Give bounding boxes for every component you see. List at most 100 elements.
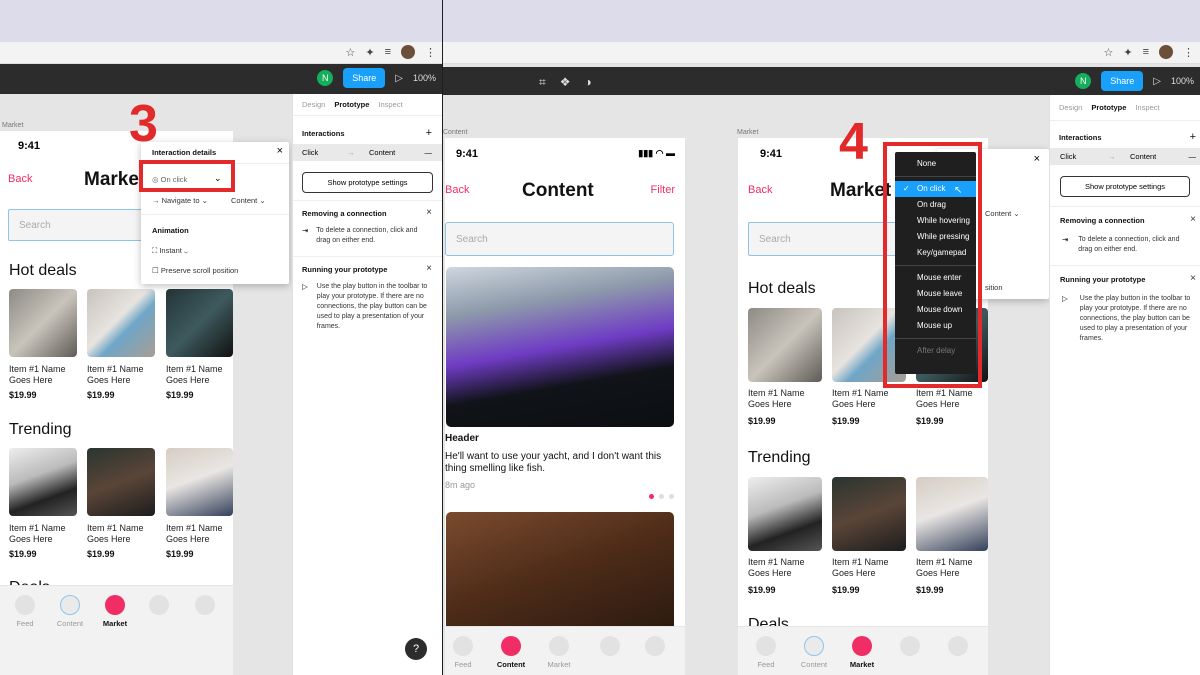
step-number: 4 [839, 113, 868, 171]
tab-content[interactable]: Content [45, 595, 95, 628]
tab-inspect[interactable]: Inspect [378, 100, 402, 109]
item-price: $19.99 [166, 549, 194, 559]
tab-feed[interactable]: Feed [0, 595, 50, 628]
tab-bar: Feed Content Market [738, 626, 988, 675]
close-icon[interactable]: × [1190, 214, 1196, 225]
tab-5[interactable] [630, 636, 680, 660]
user-avatar[interactable]: N [317, 70, 334, 86]
content-frame[interactable]: 9:41 ▮▮▮ ◠ ▬ Back Content Filter Search … [445, 138, 685, 675]
product-image-tablet-person[interactable] [166, 448, 233, 516]
share-button[interactable]: Share [1101, 71, 1144, 91]
back-button[interactable]: Back [748, 184, 772, 196]
play-icon[interactable]: ▷ [1153, 76, 1161, 87]
card-image-mouse[interactable] [446, 512, 674, 632]
help-button[interactable]: ? [405, 638, 427, 660]
tab-feed[interactable]: Feed [741, 636, 791, 669]
menu-icon[interactable]: ⋮ [425, 46, 436, 59]
search-input[interactable]: Search [445, 222, 674, 256]
product-image-car[interactable] [748, 477, 822, 551]
card-image-monitor[interactable] [446, 267, 674, 427]
tab-content[interactable]: Content [789, 636, 839, 669]
removing-connection-title: Removing a connection [302, 209, 387, 218]
tab-prototype[interactable]: Prototype [1091, 103, 1126, 112]
tab-inspect[interactable]: Inspect [1135, 103, 1159, 112]
show-prototype-settings-button[interactable]: Show prototype settings [1060, 176, 1190, 197]
product-image-person[interactable] [87, 448, 155, 516]
tab-design[interactable]: Design [302, 100, 325, 109]
product-image-laptop[interactable] [9, 289, 77, 357]
product-image-person[interactable] [832, 477, 906, 551]
remove-icon[interactable]: — [425, 148, 433, 157]
tab-feed[interactable]: Feed [445, 636, 488, 669]
animation-dropdown[interactable]: ⛶ Instant ⌄ [152, 246, 188, 256]
profile-avatar[interactable] [1159, 45, 1173, 59]
tab-prototype[interactable]: Prototype [334, 100, 369, 109]
browser-toolbar: ☆ ✦ ≡ ⋮ [443, 42, 1200, 64]
canvas: Content Market 9:41 ▮▮▮ ◠ ▬ Back Content… [443, 95, 1049, 675]
tab-5[interactable] [180, 595, 230, 619]
destination-dropdown[interactable]: Content ⌄ [231, 196, 266, 205]
close-icon[interactable]: × [1190, 273, 1196, 284]
user-avatar[interactable]: N [1075, 73, 1092, 89]
play-icon: ▷ [302, 282, 308, 291]
reading-list-icon[interactable]: ≡ [385, 46, 391, 58]
extensions-icon[interactable]: ✦ [365, 46, 374, 59]
zoom-dropdown[interactable]: 100% [413, 73, 436, 83]
tab-5[interactable] [933, 636, 983, 660]
play-icon[interactable]: ▷ [395, 73, 403, 84]
close-icon[interactable]: × [426, 207, 432, 218]
close-icon[interactable]: × [1034, 153, 1040, 165]
contrast-icon[interactable]: ◑ [585, 75, 592, 90]
tab-4[interactable] [885, 636, 935, 660]
add-icon[interactable]: + [1190, 131, 1196, 143]
close-icon[interactable]: × [277, 145, 283, 157]
menu-icon[interactable]: ⋮ [1183, 46, 1194, 59]
status-time: 9:41 [456, 148, 479, 160]
add-icon[interactable]: + [426, 127, 432, 139]
product-image-controller[interactable] [166, 289, 233, 357]
tab-design[interactable]: Design [1059, 103, 1082, 112]
status-time: 9:41 [18, 140, 41, 152]
card-header: Header [445, 433, 479, 444]
removing-connection-text: To delete a connection, click and drag o… [316, 227, 418, 244]
tab-content[interactable]: Content [486, 636, 536, 669]
profile-avatar[interactable] [401, 45, 415, 59]
tab-bar: Feed Content Market [0, 585, 233, 675]
remove-icon[interactable]: — [1189, 152, 1197, 161]
product-image-tablet[interactable] [87, 289, 155, 357]
connection-icon: ⇥ [302, 226, 309, 235]
interaction-row[interactable]: Click → Content — [293, 144, 442, 161]
share-button[interactable]: Share [343, 68, 386, 88]
star-icon[interactable]: ☆ [1103, 46, 1113, 59]
canvas: Market 9:41 Back Market Search Hot deals… [0, 94, 292, 675]
action-dropdown[interactable]: → Navigate to ⌄ [152, 196, 208, 205]
tab-4[interactable] [585, 636, 635, 660]
product-image-tablet-person[interactable] [916, 477, 988, 551]
tab-4[interactable] [134, 595, 184, 619]
extensions-icon[interactable]: ✦ [1123, 46, 1132, 59]
destination-dropdown[interactable]: Content ⌄ [985, 209, 1020, 218]
back-button[interactable]: Back [8, 173, 32, 185]
item-price: $19.99 [832, 416, 860, 426]
filter-button[interactable]: Filter [651, 184, 675, 196]
show-prototype-settings-button[interactable]: Show prototype settings [302, 172, 433, 193]
component-icon[interactable]: ❖ [560, 75, 571, 90]
product-image-laptop[interactable] [748, 308, 822, 382]
tab-bar: Feed Content Market [445, 626, 685, 675]
preserve-scroll-checkbox[interactable]: ☐ Preserve scroll position [152, 266, 238, 275]
removing-connection-title: Removing a connection [1060, 216, 1145, 225]
running-prototype-text: Use the play button in the toolbar to pl… [1079, 295, 1191, 342]
frame-label-market: Market [2, 122, 24, 129]
tab-market[interactable]: Market [534, 636, 584, 669]
running-prototype-text: Use the play button in the toolbar to pl… [316, 283, 428, 330]
tab-market[interactable]: Market [837, 636, 887, 669]
tab-market[interactable]: Market [90, 595, 140, 628]
reading-list-icon[interactable]: ≡ [1143, 46, 1149, 58]
interaction-row[interactable]: Click → Content — [1050, 148, 1200, 165]
frame-icon[interactable]: ⌗ [539, 75, 546, 90]
close-icon[interactable]: × [426, 263, 432, 274]
product-image-car[interactable] [9, 448, 77, 516]
star-icon[interactable]: ☆ [345, 46, 355, 59]
zoom-dropdown[interactable]: 100% [1171, 76, 1194, 86]
back-button[interactable]: Back [445, 184, 469, 196]
